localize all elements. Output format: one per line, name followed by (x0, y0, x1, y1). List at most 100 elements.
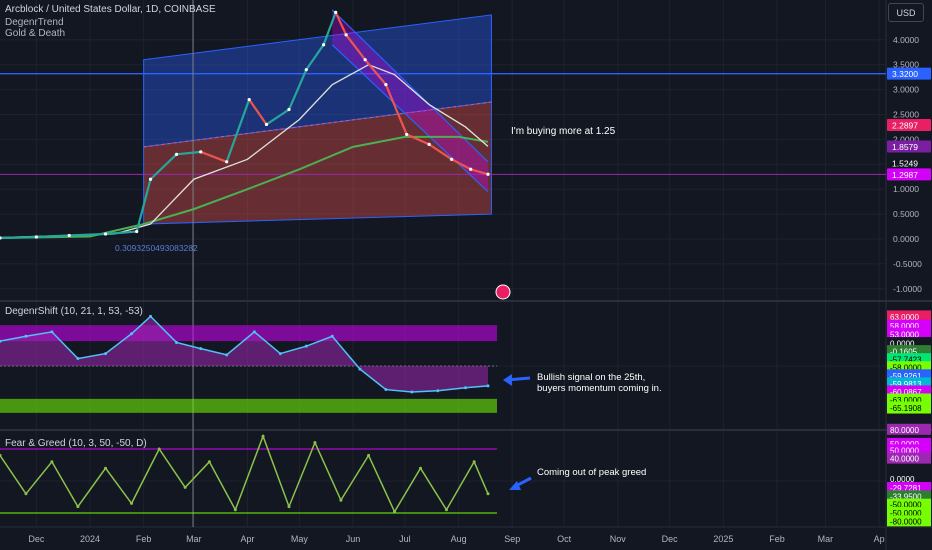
price-point (148, 177, 153, 181)
y-tick-label: 2.5000 (893, 110, 919, 120)
fg-point (130, 501, 134, 505)
x-tick-label: Dec (28, 534, 45, 544)
x-tick-label: Mar (186, 534, 202, 544)
x-tick-label: Aug (451, 534, 467, 544)
shift-point (384, 388, 388, 392)
fg-point (261, 434, 265, 438)
price-point (225, 160, 229, 164)
price-segment (69, 232, 106, 237)
fg-point (367, 453, 371, 457)
fg-point (24, 492, 28, 496)
fg-point (419, 466, 423, 470)
shift-point (149, 314, 153, 318)
shift-point (278, 352, 282, 356)
fg-axis-badge-value: -80.0000 (890, 517, 922, 526)
indicator-gold-death[interactable]: Gold & Death (5, 28, 65, 39)
annotation-buying: I'm buying more at 1.25 (511, 126, 616, 137)
price-point (34, 235, 38, 239)
shift-point (410, 390, 414, 394)
fg-point (183, 485, 187, 489)
shift-point (130, 332, 134, 336)
x-tick-label: 2025 (713, 534, 733, 544)
shift-point (175, 340, 179, 344)
price-point (469, 167, 473, 171)
x-tick-label: May (291, 534, 309, 544)
x-tick-label: Apr (240, 534, 254, 544)
x-tick-label: Ap (874, 534, 885, 544)
shift-point (436, 389, 440, 393)
price-point (321, 43, 326, 47)
x-tick-label: Feb (136, 534, 152, 544)
price-point (174, 152, 179, 156)
fg-point (287, 505, 291, 509)
y-tick-label: 3.0000 (893, 85, 919, 95)
price-point (334, 10, 338, 15)
y-tick-label: -0.5000 (893, 259, 922, 269)
shift-point (252, 330, 256, 334)
shift-point (225, 353, 229, 357)
price-axis-badge-value: 3.3200 (892, 69, 918, 79)
fear-greed-title[interactable]: Fear & Greed (10, 3, 50, -50, D) (5, 438, 147, 449)
fg-point (313, 441, 317, 445)
price-point (427, 142, 431, 146)
annotation-greed: Coming out of peak greed (537, 467, 646, 478)
price-point (67, 233, 71, 238)
fg-axis-badge-value: 80.0000 (890, 426, 919, 435)
annotation-bullish-line2: buyers momentum coming in. (537, 383, 662, 394)
chart-canvas[interactable]: Dec 2024 Feb Mar Apr May Jun Jul Aug Sep Oct Nov Dec… (0, 0, 932, 550)
shift-point (463, 386, 467, 390)
price-point (135, 229, 139, 234)
degenshift-title[interactable]: DegenrShift (10, 21, 1, 53, -53) (5, 306, 143, 317)
fg-axis-badge-value: 40.0000 (890, 455, 919, 464)
shift-point (50, 330, 54, 334)
fg-point (486, 492, 490, 496)
y-tick-label: -1.0000 (893, 284, 922, 294)
fg-point (50, 460, 54, 464)
x-tick-label: Mar (818, 534, 834, 544)
price-point (304, 68, 308, 72)
symbol-title[interactable]: Arcblock / United States Dollar, 1D, COI… (5, 4, 216, 15)
fg-point (339, 498, 343, 502)
y-tick-label: 4.0000 (893, 35, 919, 45)
flag-icon (495, 284, 511, 300)
shift-point (199, 347, 203, 351)
price-point (450, 157, 454, 161)
shift-point (330, 334, 334, 338)
price-point (486, 172, 490, 176)
shift-point (358, 367, 362, 371)
x-tick-label: Nov (610, 534, 627, 544)
price-axis-badge-value: 1.8579 (892, 142, 918, 152)
shift-point (76, 357, 80, 361)
price-point (363, 58, 367, 62)
shift-point (24, 334, 28, 338)
x-tick-label: Jul (399, 534, 411, 544)
price-segment (36, 234, 70, 239)
fg-point (233, 508, 237, 512)
fg-point (157, 447, 161, 451)
x-tick-label: 2024 (80, 534, 100, 544)
fg-point (393, 510, 397, 514)
currency-button[interactable]: USD (888, 3, 924, 22)
price-point (384, 83, 388, 87)
x-tick-label: Sep (504, 534, 520, 544)
fg-point (104, 466, 108, 470)
y-tick-label: 0.5000 (893, 209, 919, 219)
price-segment (0, 235, 37, 240)
shift-axis-badge-value: -65.1908 (890, 404, 922, 413)
y-tick-label: 0.0000 (893, 234, 919, 244)
fg-point (76, 505, 80, 509)
price-point (405, 132, 409, 137)
indicator-degenrtrend[interactable]: DegenrTrend (5, 17, 64, 28)
fib-value-label: 0.3093250493083282 (115, 243, 198, 253)
shift-point (104, 352, 108, 356)
price-point (287, 107, 291, 112)
x-tick-label: Oct (557, 534, 572, 544)
shift-point (304, 344, 308, 348)
price-point (103, 232, 108, 236)
fg-point (472, 460, 476, 464)
annotation-bullish-line1: Bullish signal on the 25th, (537, 372, 645, 383)
x-tick-label: Jun (346, 534, 361, 544)
x-tick-label: Dec (662, 534, 679, 544)
price-point (264, 122, 269, 127)
shift-point (486, 384, 490, 388)
